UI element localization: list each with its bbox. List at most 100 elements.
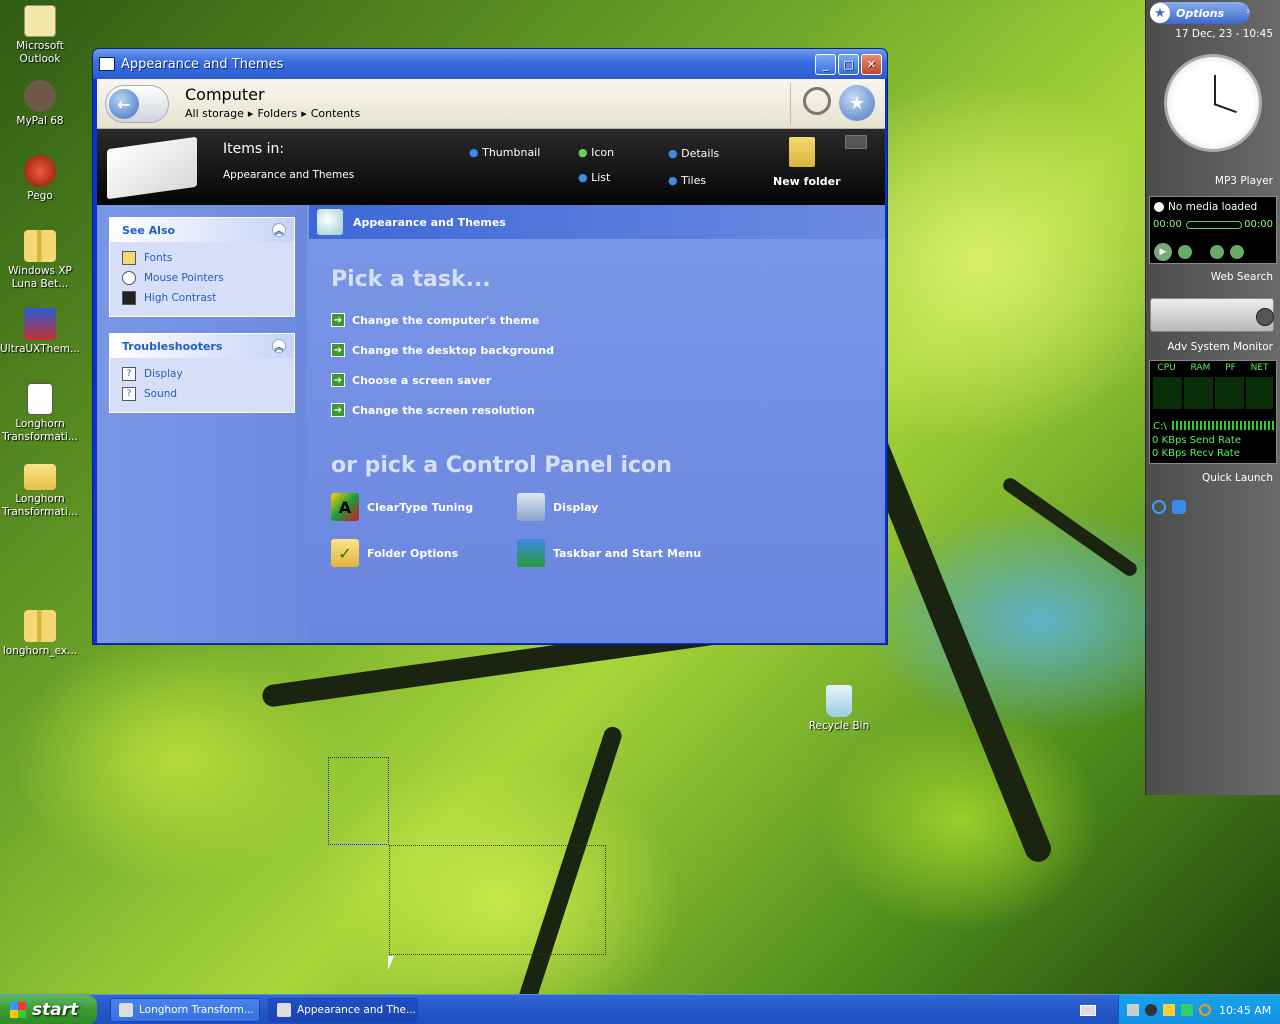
troubleshooters-header[interactable]: Troubleshooters ︽ xyxy=(110,334,294,358)
arrow-icon: ➔ xyxy=(331,313,345,327)
view-icon[interactable]: ● Icon xyxy=(578,146,614,159)
tray-icon[interactable] xyxy=(1127,1004,1139,1016)
outlook-express-icon[interactable] xyxy=(1172,500,1186,514)
options-button[interactable]: ★ Options xyxy=(1150,2,1250,24)
internet-explorer-icon[interactable] xyxy=(1152,500,1166,514)
task-screen-resolution[interactable]: ➔ Change the screen resolution xyxy=(331,401,535,419)
view-thumbnail[interactable]: ● Thumbnail xyxy=(469,146,540,159)
desktop-icon-outlook[interactable]: Microsoft Outlook xyxy=(0,5,80,66)
security-shield-icon[interactable] xyxy=(1163,1004,1175,1016)
breadcrumb-all-storage[interactable]: All storage xyxy=(185,107,244,120)
category-header: Appearance and Themes xyxy=(309,205,885,239)
quick-launch-title: Quick Launch xyxy=(1201,472,1273,484)
troubleshooters-panel: Troubleshooters ︽ ? Display ? Sound xyxy=(109,333,295,413)
see-also-mouse-pointers[interactable]: Mouse Pointers xyxy=(110,268,294,288)
taskbar-item-longhorn[interactable]: Longhorn Transform... xyxy=(110,998,260,1022)
see-also-high-contrast[interactable]: High Contrast xyxy=(110,288,294,308)
selection-rectangle xyxy=(328,757,389,845)
maximize-button[interactable]: □ xyxy=(838,53,859,75)
mp3-player-title: MP3 Player xyxy=(1214,175,1273,187)
desktop-icon-ultraux[interactable]: UltraUXThem... xyxy=(0,308,80,356)
arrow-icon: ➔ xyxy=(331,343,345,357)
stop-icon[interactable] xyxy=(1178,245,1192,259)
mouse-icon xyxy=(122,271,136,285)
zip-folder-icon xyxy=(24,230,56,262)
display-icon xyxy=(517,493,545,521)
cp-folder-options[interactable]: ✓ Folder Options xyxy=(331,539,458,567)
breadcrumb: All storage ▸ Folders ▸ Contents xyxy=(185,107,361,120)
view-list[interactable]: ● List xyxy=(578,171,610,184)
desktop-icon-luna[interactable]: Windows XP Luna Bet... xyxy=(0,230,80,291)
send-rate: 0 KBps Send Rate xyxy=(1152,435,1241,446)
window-icon xyxy=(99,57,115,71)
sysmon-title: Adv System Monitor xyxy=(1167,341,1273,353)
desktop-icon-pego[interactable]: Pego xyxy=(0,155,80,203)
recv-rate: 0 KBps Recv Rate xyxy=(1152,448,1240,459)
contrast-icon xyxy=(122,291,136,305)
play-icon[interactable]: ▶ xyxy=(1154,243,1172,261)
desktop-icon-longhorn-ex[interactable]: longhorn_ex... xyxy=(0,610,80,658)
view-tiles[interactable]: ● Tiles xyxy=(668,174,706,187)
datetime: 17 Dec, 23 - 10:45 xyxy=(1175,28,1273,40)
folder-options-icon: ✓ xyxy=(331,539,359,567)
browser-icon xyxy=(24,80,56,112)
pick-task-heading: Pick a task... xyxy=(331,267,491,292)
tray-icon[interactable] xyxy=(1145,1004,1157,1016)
task-screen-saver[interactable]: ➔ Choose a screen saver xyxy=(331,371,491,389)
cp-display[interactable]: Display xyxy=(517,493,598,521)
back-button[interactable]: ← xyxy=(105,85,169,123)
clock-hour-hand xyxy=(1213,103,1237,114)
keyboard-icon[interactable] xyxy=(1080,1005,1096,1016)
breadcrumb-contents[interactable]: Contents xyxy=(311,107,360,120)
collapse-band-button[interactable] xyxy=(845,135,867,149)
app-icon xyxy=(24,308,56,340)
folder-preview-icon xyxy=(107,136,197,200)
system-tray: 10:45 AM xyxy=(1118,995,1280,1024)
desktop-icon-longhorn-doc[interactable]: Longhorn Transformati... xyxy=(0,383,80,444)
network-icon[interactable] xyxy=(1181,1004,1193,1016)
taskbar-item-appearance[interactable]: Appearance and The... xyxy=(268,998,418,1022)
troubleshooter-display[interactable]: ? Display xyxy=(110,364,294,384)
main-pane: Appearance and Themes Pick a task... ➔ Ch… xyxy=(309,205,885,643)
taskbar-clock[interactable]: 10:45 AM xyxy=(1219,1004,1271,1017)
task-change-background[interactable]: ➔ Change the desktop background xyxy=(331,341,554,359)
troubleshooter-sound[interactable]: ? Sound xyxy=(110,384,294,404)
minimize-button[interactable]: _ xyxy=(815,53,836,75)
title-bar[interactable]: Appearance and Themes _ □ ✕ xyxy=(93,49,887,79)
task-change-theme[interactable]: ➔ Change the computer's theme xyxy=(331,311,539,329)
start-button[interactable]: start xyxy=(0,995,97,1024)
search-icon[interactable] xyxy=(803,87,831,115)
clock-gadget[interactable] xyxy=(1164,54,1262,152)
cleartype-icon: A xyxy=(331,493,359,521)
collapse-chevron-icon[interactable]: ︽ xyxy=(272,339,286,353)
search-tray-icon[interactable] xyxy=(1199,1004,1211,1016)
mp3-seek-slider[interactable] xyxy=(1186,221,1242,229)
previous-icon[interactable] xyxy=(1210,245,1224,259)
mp3-status: No media loaded xyxy=(1154,201,1257,213)
close-button[interactable]: ✕ xyxy=(861,53,882,75)
new-folder-icon[interactable] xyxy=(789,137,815,167)
view-details[interactable]: ● Details xyxy=(668,147,719,160)
cp-cleartype-tuning[interactable]: A ClearType Tuning xyxy=(331,493,473,521)
desktop-icon-longhorn-folder[interactable]: Longhorn Transformati... xyxy=(0,460,80,519)
window-title: Appearance and Themes xyxy=(121,56,284,72)
desktop-icon-mypal[interactable]: MyPal 68 xyxy=(0,80,80,128)
next-icon[interactable] xyxy=(1230,245,1244,259)
back-arrow-icon: ← xyxy=(109,89,139,119)
desktop-icon-recycle-bin[interactable]: Recycle Bin xyxy=(799,685,879,733)
search-go-icon[interactable] xyxy=(1256,308,1274,326)
sidebar-arrow-icon[interactable]: › xyxy=(1246,6,1250,17)
favorites-star-icon[interactable]: ★ xyxy=(839,85,875,121)
task-pane: See Also ︽ Fonts Mouse Pointers High Con… xyxy=(97,205,307,643)
cp-taskbar-start-menu[interactable]: Taskbar and Start Menu xyxy=(517,539,701,567)
see-also-fonts[interactable]: Fonts xyxy=(110,248,294,268)
collapse-chevron-icon[interactable]: ︽ xyxy=(272,223,286,237)
windows-logo-icon xyxy=(10,1002,26,1018)
see-also-header[interactable]: See Also ︽ xyxy=(110,218,294,242)
appearance-themes-window: Appearance and Themes _ □ ✕ ← Computer A… xyxy=(92,48,888,645)
breadcrumb-folders[interactable]: Folders xyxy=(257,107,297,120)
fonts-folder-icon xyxy=(122,251,136,265)
new-folder-button[interactable]: New folder xyxy=(773,175,841,188)
items-in-label: Items in: xyxy=(223,141,285,157)
content-area: See Also ︽ Fonts Mouse Pointers High Con… xyxy=(97,205,885,643)
